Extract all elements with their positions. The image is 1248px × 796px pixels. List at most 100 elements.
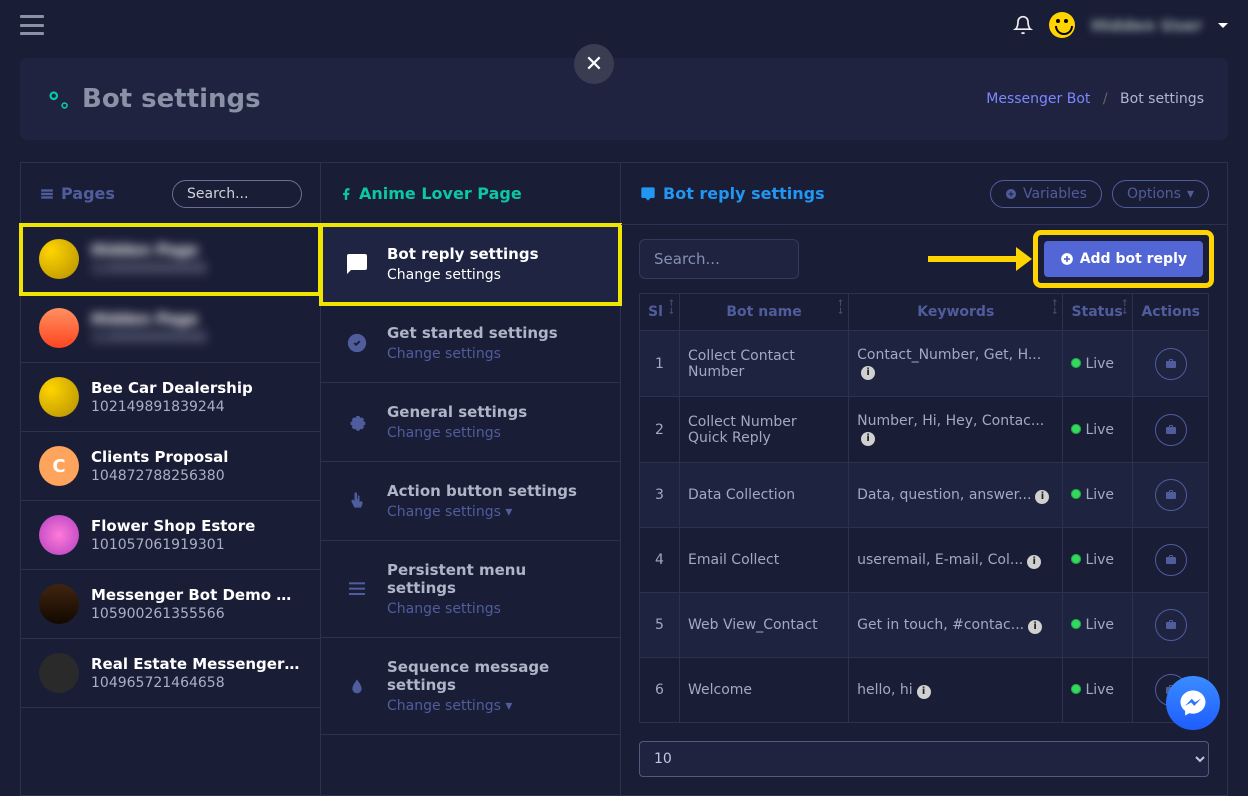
close-icon[interactable]: ✕ — [574, 44, 614, 84]
main-columns: Pages Hidden Page 1100000000000 Hidden P… — [20, 162, 1228, 796]
cell-actions — [1133, 331, 1209, 397]
variables-button[interactable]: Variables — [990, 180, 1102, 208]
table-row: 4 Email Collect useremail, E-mail, Col..… — [640, 528, 1209, 593]
page-item[interactable]: Messenger Bot Demo Restaurant 1059002613… — [21, 570, 320, 639]
gears-icon — [44, 86, 70, 112]
info-icon[interactable]: i — [861, 432, 875, 446]
cell-actions — [1133, 397, 1209, 463]
page-item[interactable]: C Clients Proposal 104872788256380 — [21, 432, 320, 501]
bot-reply-table: Sl↑↓ Bot name↑↓ Keywords↑↓ Status↑↓ Acti… — [639, 293, 1209, 723]
page-id: 1100000000000 — [91, 330, 207, 346]
hamburger-icon[interactable] — [20, 15, 44, 35]
page-avatar — [39, 653, 79, 693]
settings-item[interactable]: Sequence message settings Change setting… — [321, 638, 620, 735]
change-settings-link[interactable]: Change settings — [387, 425, 527, 441]
action-button[interactable] — [1155, 348, 1187, 380]
col-status[interactable]: Status↑↓ — [1063, 294, 1133, 331]
settings-item[interactable]: General settings Change settings — [321, 383, 620, 462]
col-actions: Actions — [1133, 294, 1209, 331]
page-id: 102149891839244 — [91, 399, 253, 415]
page-avatar: C — [39, 446, 79, 486]
page-item[interactable]: Hidden Page 1100000000000 — [21, 294, 320, 363]
action-button[interactable] — [1155, 414, 1187, 446]
briefcase-icon — [1164, 489, 1178, 501]
topbar-right: Hidden User — [1013, 12, 1228, 38]
avatar[interactable] — [1049, 12, 1075, 38]
cell-name: Data Collection — [680, 463, 849, 528]
cell-sl: 6 — [640, 658, 680, 723]
page-item[interactable]: Real Estate Messenger Bot 10496572146465… — [21, 639, 320, 708]
info-icon[interactable]: i — [1028, 620, 1042, 634]
table-row: 3 Data Collection Data, question, answer… — [640, 463, 1209, 528]
plus-circle-icon — [1060, 252, 1074, 266]
cell-sl: 5 — [640, 593, 680, 658]
page-id: 1100000000000 — [91, 261, 207, 277]
drop-icon — [345, 674, 369, 698]
briefcase-icon — [1164, 424, 1178, 436]
breadcrumb-sep: / — [1103, 91, 1108, 107]
change-settings-link[interactable]: Change settings — [387, 504, 577, 520]
pointer-icon — [345, 489, 369, 513]
info-icon[interactable]: i — [861, 366, 875, 380]
page-title: Bot settings — [44, 84, 261, 114]
menu-icon — [345, 577, 369, 601]
breadcrumb-parent[interactable]: Messenger Bot — [986, 91, 1090, 107]
add-bot-reply-button[interactable]: Add bot reply — [1044, 241, 1203, 277]
settings-item[interactable]: Action button settings Change settings — [321, 462, 620, 541]
messenger-chat-icon[interactable] — [1166, 676, 1220, 730]
settings-item[interactable]: Bot reply settings Change settings — [321, 225, 620, 304]
cell-name: Collect Contact Number — [680, 331, 849, 397]
cell-name: Welcome — [680, 658, 849, 723]
info-icon[interactable]: i — [1027, 555, 1041, 569]
settings-item[interactable]: Persistent menu settings Change settings — [321, 541, 620, 638]
settings-title: General settings — [387, 403, 527, 421]
pages-list: Hidden Page 1100000000000 Hidden Page 11… — [21, 225, 320, 708]
page-name: Flower Shop Estore — [91, 517, 255, 535]
settings-title: Bot reply settings — [387, 245, 539, 263]
live-dot-icon — [1071, 554, 1081, 564]
page-item[interactable]: Hidden Page 1100000000000 — [21, 225, 320, 294]
user-dropdown-caret[interactable] — [1218, 23, 1228, 28]
page-item[interactable]: Flower Shop Estore 101057061919301 — [21, 501, 320, 570]
page-avatar — [39, 584, 79, 624]
col-name[interactable]: Bot name↑↓ — [680, 294, 849, 331]
content-column: Bot reply settings Variables Options ▾ A… — [621, 163, 1227, 795]
settings-title: Action button settings — [387, 482, 577, 500]
change-settings-link[interactable]: Change settings — [387, 698, 596, 714]
content-toolbar: Add bot reply — [621, 225, 1227, 293]
page-info: Flower Shop Estore 101057061919301 — [91, 517, 255, 553]
page-size-select[interactable]: 10 — [639, 741, 1209, 777]
cell-actions — [1133, 528, 1209, 593]
change-settings-link[interactable]: Change settings — [387, 346, 558, 362]
cell-status: Live — [1063, 658, 1133, 723]
page-name: Clients Proposal — [91, 448, 228, 466]
change-settings-link[interactable]: Change settings — [387, 601, 596, 617]
user-name[interactable]: Hidden User — [1091, 16, 1202, 35]
info-icon[interactable]: i — [1035, 490, 1049, 504]
options-button[interactable]: Options ▾ — [1112, 180, 1209, 208]
page-item[interactable]: Bee Car Dealership 102149891839244 — [21, 363, 320, 432]
action-button[interactable] — [1155, 544, 1187, 576]
bot-search-input[interactable] — [639, 239, 799, 279]
col-keywords[interactable]: Keywords↑↓ — [849, 294, 1063, 331]
bell-icon[interactable] — [1013, 15, 1033, 35]
change-settings-link[interactable]: Change settings — [387, 267, 539, 283]
cell-status: Live — [1063, 528, 1133, 593]
page-id: 105900261355566 — [91, 606, 302, 622]
col-sl[interactable]: Sl↑↓ — [640, 294, 680, 331]
page-title-text: Bot settings — [82, 84, 261, 114]
settings-item[interactable]: Get started settings Change settings — [321, 304, 620, 383]
page-info: Hidden Page 1100000000000 — [91, 241, 207, 277]
action-button[interactable] — [1155, 479, 1187, 511]
pages-header: Pages — [21, 163, 320, 225]
chat-icon — [345, 252, 369, 276]
cell-sl: 2 — [640, 397, 680, 463]
cell-status: Live — [1063, 331, 1133, 397]
action-button[interactable] — [1155, 609, 1187, 641]
pages-search-input[interactable] — [172, 180, 302, 208]
info-icon[interactable]: i — [917, 685, 931, 699]
cell-actions — [1133, 463, 1209, 528]
page-avatar — [39, 377, 79, 417]
facebook-icon — [339, 187, 353, 201]
comments-icon — [639, 186, 657, 202]
